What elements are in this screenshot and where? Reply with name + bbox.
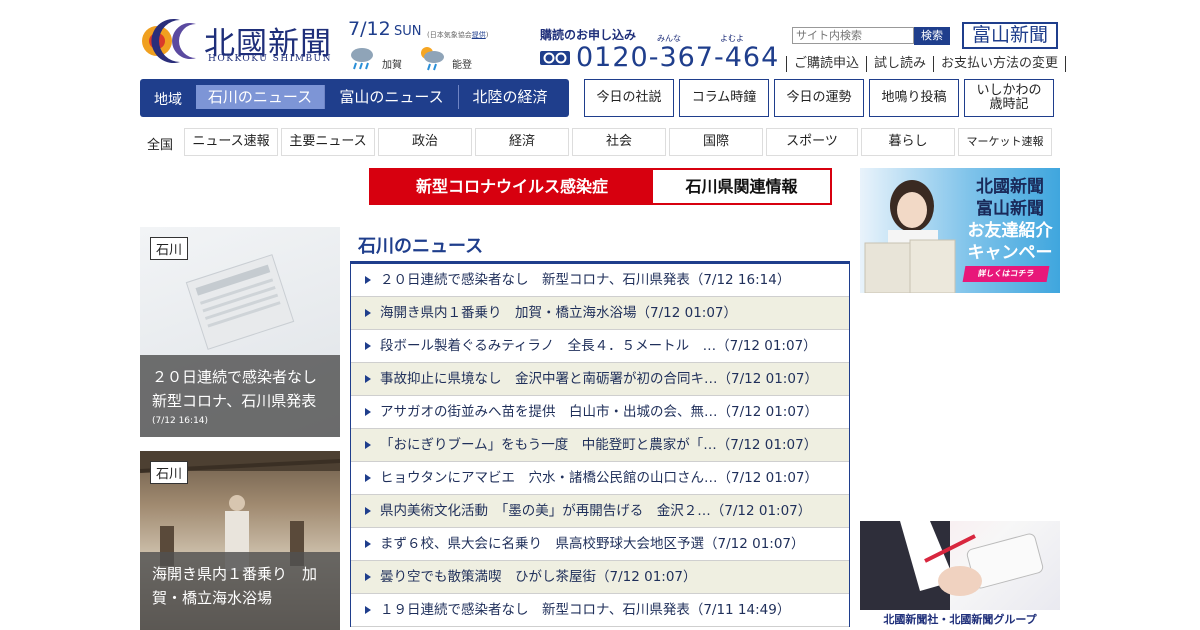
- weather-city-kaga: 加賀: [382, 60, 402, 71]
- weather-credit-link[interactable]: 提供: [472, 31, 486, 39]
- newspaper-icon: [185, 254, 295, 350]
- news-item[interactable]: 曇り空でも散策満喫 ひがし茶屋街（7/12 01:07）: [351, 561, 849, 594]
- search-button[interactable]: 検索: [914, 27, 950, 45]
- arrow-icon: [365, 606, 371, 614]
- news-item[interactable]: 海開き県内１番乗り 加賀・橋立海水浴場（7/12 01:07）: [351, 297, 849, 330]
- tab-hokuriku-economy[interactable]: 北陸の経済: [458, 85, 561, 109]
- news-item[interactable]: 段ボール製着ぐるみティラノ 全長４．５メートル …（7/12 01:07）: [351, 330, 849, 363]
- cat-sports[interactable]: スポーツ: [766, 128, 858, 156]
- news-item[interactable]: ２０日連続で感染者なし 新型コロナ、石川県発表（7/12 16:14）: [351, 264, 849, 297]
- arrow-icon: [365, 276, 371, 284]
- corona-banner[interactable]: 新型コロナウイルス感染症 石川県関連情報: [369, 168, 832, 205]
- weather-credit: (日本気象協会提供): [427, 31, 489, 39]
- subscription-links: ご購読申込 試し読み お支払い方法の変更: [786, 56, 1067, 72]
- weekday: SUN: [394, 24, 422, 39]
- hand-with-phone-icon: [860, 521, 1044, 621]
- arrow-icon: [365, 342, 371, 350]
- subscribe-link[interactable]: ご購読申込: [786, 56, 866, 72]
- news-section-title: 石川のニュース: [358, 236, 484, 257]
- arrow-icon: [365, 441, 371, 449]
- campaign-details-button[interactable]: 詳しくはコチラ: [962, 266, 1050, 282]
- feature-tag: 石川: [150, 237, 189, 260]
- ishikawa-calendar-link[interactable]: いしかわの 歳時記: [964, 79, 1054, 117]
- toyama-shimbun-link[interactable]: 富山新聞: [962, 22, 1058, 49]
- region-label: 地域: [154, 92, 182, 108]
- feature-caption: 海開き県内１番乗り 加賀・橋立海水浴場: [140, 552, 340, 630]
- corona-banner-right: 石川県関連情報: [685, 177, 798, 196]
- tab-ishikawa-news[interactable]: 石川のニュース: [196, 85, 324, 109]
- news-item[interactable]: まず６校、県大会に名乗り 県高校野球大会地区予選（7/12 01:07）: [351, 528, 849, 561]
- category-all-label[interactable]: 全国: [147, 134, 173, 153]
- horoscope-link[interactable]: 今日の運勢: [774, 79, 864, 117]
- rain-icon[interactable]: [348, 44, 376, 72]
- news-item[interactable]: ヒョウタンにアマビエ 穴水・諸橋公民館の山口さん…（7/12 01:07）: [351, 462, 849, 495]
- free-dial-icon: [540, 51, 570, 65]
- reader-post-link[interactable]: 地鳴り投稿: [869, 79, 959, 117]
- feature-card[interactable]: 石川 海開き県内１番乗り 加賀・橋立海水浴場: [140, 451, 340, 630]
- news-item[interactable]: アサガオの街並みへ苗を提供 白山市・出城の会、無…（7/12 01:07）: [351, 396, 849, 429]
- weather-city-noto: 能登: [452, 60, 472, 71]
- feature-title: ２０日連続で感染者なし 新型コロナ、石川県発表: [152, 368, 333, 410]
- subscribe-title: 購読のお申し込み: [540, 28, 637, 42]
- date: 7/12: [348, 18, 391, 40]
- news-item[interactable]: 県内美術文化活動 「墨の美」が再開告げる 金沢２…（7/12 01:07）: [351, 495, 849, 528]
- arrow-icon: [365, 408, 371, 416]
- feature-tag: 石川: [150, 461, 189, 484]
- cat-top-news[interactable]: 主要ニュース: [281, 128, 375, 156]
- feature-caption: ２０日連続で感染者なし 新型コロナ、石川県発表 (7/12 16:14): [140, 355, 340, 437]
- person-with-newspaper-icon: [864, 180, 956, 293]
- arrow-icon: [365, 309, 371, 317]
- trial-link[interactable]: 試し読み: [866, 56, 933, 72]
- cat-economy[interactable]: 経済: [475, 128, 569, 156]
- campaign-ad[interactable]: 北國新聞 富山新聞 お友達紹介 キャンペーン 詳しくはコチラ: [860, 168, 1060, 293]
- arrow-icon: [365, 507, 371, 515]
- site-search-input[interactable]: [792, 27, 914, 44]
- feature-time: (7/12 16:14): [152, 416, 209, 426]
- news-item[interactable]: 事故抑止に県境なし 金沢中署と南砺署が初の合同キ…（7/12 01:07）: [351, 363, 849, 396]
- sun-rain-icon[interactable]: [418, 44, 446, 72]
- logo-mark-icon: [142, 19, 196, 63]
- group-ad-caption: 北國新聞社・北國新聞グループ: [860, 610, 1060, 630]
- hokkoku-logo[interactable]: 北國新聞 HOKKOKU SHIMBUN: [140, 16, 340, 66]
- cat-international[interactable]: 国際: [669, 128, 763, 156]
- arrow-icon: [365, 474, 371, 482]
- cat-society[interactable]: 社会: [572, 128, 666, 156]
- logo-subtitle: HOKKOKU SHIMBUN: [208, 54, 333, 64]
- arrow-icon: [365, 540, 371, 548]
- feature-title: 海開き県内１番乗り 加賀・橋立海水浴場: [152, 565, 318, 607]
- group-ad[interactable]: 北國新聞社・北國新聞グループ: [860, 521, 1060, 630]
- arrow-icon: [365, 375, 371, 383]
- arrow-icon: [365, 573, 371, 581]
- feature-card[interactable]: 石川 ２０日連続で感染者なし 新型コロナ、石川県発表 (7/12 16:14): [140, 227, 340, 437]
- cat-living[interactable]: 暮らし: [861, 128, 955, 156]
- corona-banner-left: 新型コロナウイルス感染症: [371, 170, 653, 203]
- news-item[interactable]: 「おにぎりブーム」をもう一度 中能登町と農家が「…（7/12 01:07）: [351, 429, 849, 462]
- cat-politics[interactable]: 政治: [378, 128, 472, 156]
- editorial-link[interactable]: 今日の社説: [584, 79, 674, 117]
- cat-breaking-news[interactable]: ニュース速報: [184, 128, 278, 156]
- payment-change-link[interactable]: お支払い方法の変更: [933, 56, 1067, 72]
- tab-toyama-news[interactable]: 富山のニュース: [324, 85, 458, 109]
- column-jisho-link[interactable]: コラム時鐘: [679, 79, 769, 117]
- news-list: ２０日連続で感染者なし 新型コロナ、石川県発表（7/12 16:14） 海開き県…: [350, 264, 850, 627]
- cat-market[interactable]: マーケット速報: [958, 128, 1052, 156]
- news-item[interactable]: １９日連続で感染者なし 新型コロナ、石川県発表（7/11 14:49）: [351, 594, 849, 627]
- phone-number[interactable]: 0120-367-464: [576, 42, 779, 73]
- region-nav: 地域 石川のニュース 富山のニュース 北陸の経済: [140, 79, 569, 117]
